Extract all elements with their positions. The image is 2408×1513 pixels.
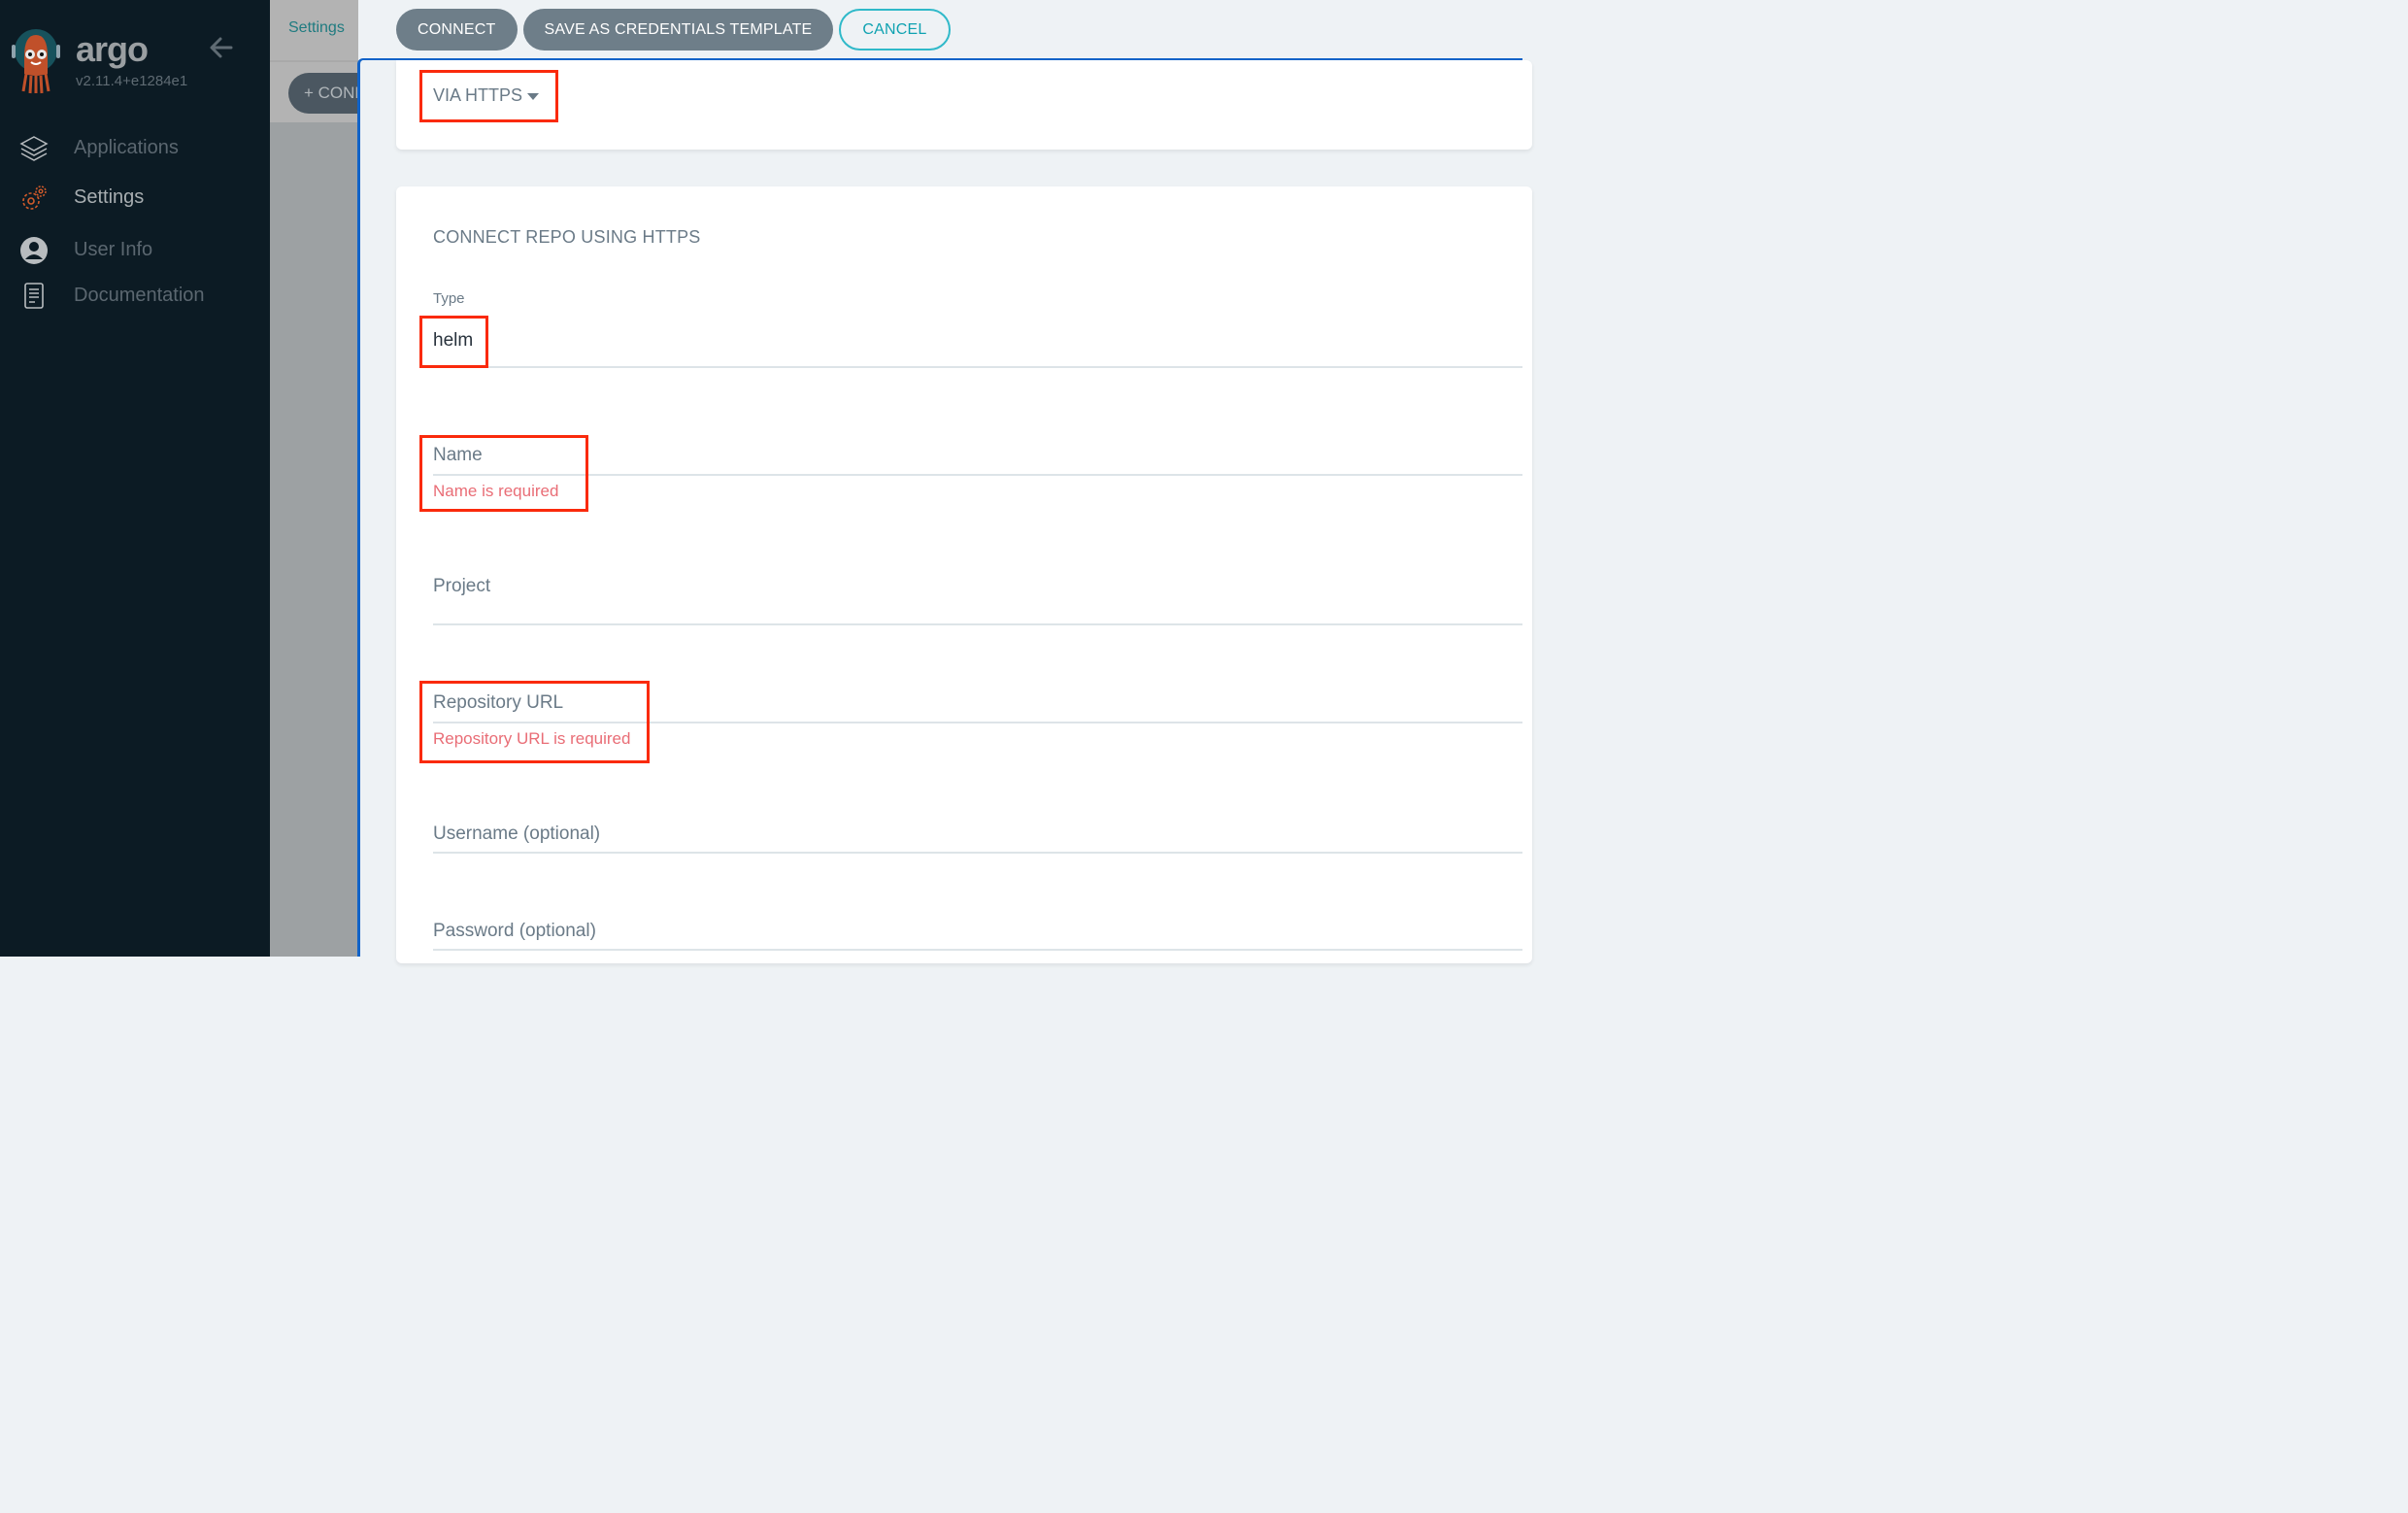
cancel-button[interactable]: CANCEL	[839, 9, 951, 50]
argo-logo	[10, 27, 62, 95]
save-as-credentials-template-button[interactable]: SAVE AS CREDENTIALS TEMPLATE	[522, 9, 834, 50]
panel-focus-border	[357, 58, 1522, 957]
connect-repo-button[interactable]: + CONNECT REPO	[288, 73, 359, 114]
connect-button[interactable]: CONNECT	[396, 9, 518, 50]
arrow-left-icon	[210, 37, 233, 58]
sidebar-item-user-info[interactable]: User Info	[0, 228, 270, 271]
brand-name: argo	[76, 29, 149, 69]
sidebar-item-documentation[interactable]: Documentation	[0, 274, 270, 317]
page-overlay[interactable]	[270, 0, 359, 957]
header-divider	[270, 60, 359, 62]
layers-icon	[19, 134, 49, 163]
breadcrumb-settings[interactable]: Settings	[288, 19, 345, 37]
sidebar-item-settings[interactable]: Settings	[0, 176, 270, 219]
gears-icon	[19, 184, 49, 213]
book-icon	[19, 282, 49, 311]
panel-toolbar: CONNECT SAVE AS CREDENTIALS TEMPLATE CAN…	[396, 9, 951, 50]
sidebar-item-applications[interactable]: Applications	[0, 126, 270, 169]
sidebar: argo v2.11.4+e1284e1 Applications Settin…	[0, 0, 270, 957]
sidebar-item-label: Settings	[74, 186, 145, 208]
sidebar-item-label: User Info	[74, 239, 153, 260]
collapse-sidebar-button[interactable]	[208, 35, 235, 60]
version-label: v2.11.4+e1284e1	[76, 73, 188, 89]
sidebar-item-label: Applications	[74, 137, 179, 158]
background-page-header: Settings + CONNECT REPO	[270, 0, 359, 122]
sidebar-item-label: Documentation	[74, 285, 205, 306]
user-circle-icon	[19, 236, 49, 265]
